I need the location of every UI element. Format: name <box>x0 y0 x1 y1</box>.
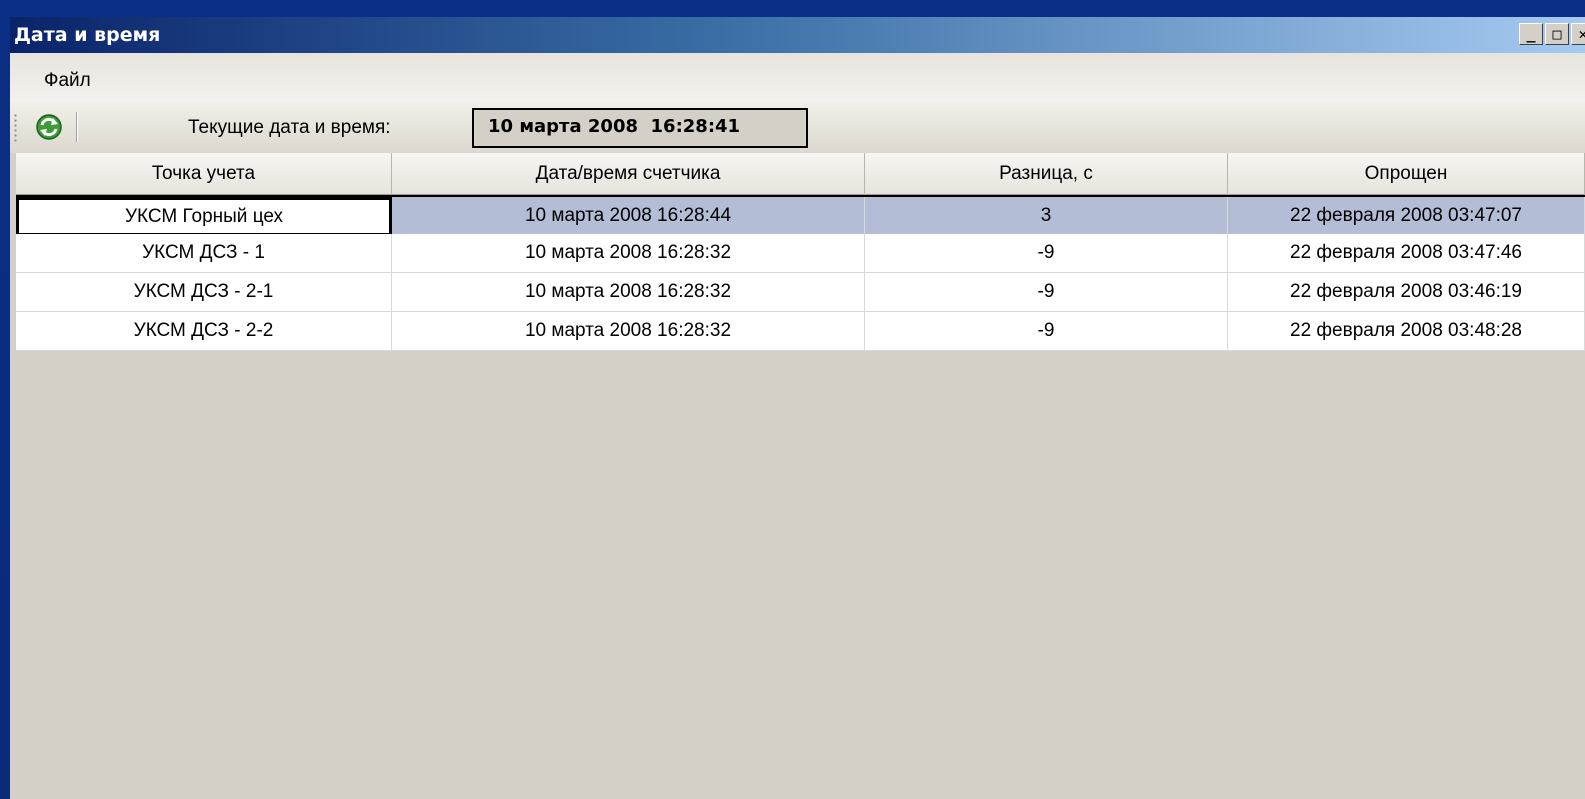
datetime-window: Дата и время _ □ ✕ Файл Текущие дата и в… <box>10 17 1585 799</box>
column-header-difference[interactable]: Разница, с <box>865 153 1228 195</box>
toolbar-grip[interactable] <box>14 113 17 143</box>
table-cell-meter-time[interactable]: 10 марта 2008 16:28:32 <box>392 234 865 273</box>
table-cell-polled[interactable]: 22 февраля 2008 03:47:46 <box>1228 234 1585 273</box>
table-cell-point[interactable]: УКСМ ДСЗ - 2-2 <box>16 312 392 351</box>
table-cell-difference[interactable]: 3 <box>865 197 1228 236</box>
window-title: Дата и время <box>14 24 161 46</box>
maximize-button[interactable]: □ <box>1545 23 1569 45</box>
refresh-button[interactable] <box>32 111 66 143</box>
close-button[interactable]: ✕ <box>1571 23 1585 45</box>
table-cell-difference[interactable]: -9 <box>865 312 1228 351</box>
table-cell-polled[interactable]: 22 февраля 2008 03:48:28 <box>1228 312 1585 351</box>
table-cell-meter-time[interactable]: 10 марта 2008 16:28:44 <box>392 197 865 236</box>
table-cell-polled[interactable]: 22 февраля 2008 03:47:07 <box>1228 197 1585 236</box>
table-row[interactable]: УКСМ ДСЗ - 2-1 10 марта 2008 16:28:32 -9… <box>16 273 1585 312</box>
table-row[interactable]: УКСМ ДСЗ - 2-2 10 марта 2008 16:28:32 -9… <box>16 312 1585 351</box>
table-row[interactable]: УКСМ Горный цех 10 марта 2008 16:28:44 3… <box>16 195 1585 236</box>
table-cell-meter-time[interactable]: 10 марта 2008 16:28:32 <box>392 312 865 351</box>
current-datetime-label: Текущие дата и время: <box>188 117 391 138</box>
column-header-point[interactable]: Точка учета <box>16 153 392 195</box>
refresh-icon <box>36 114 62 140</box>
table-cell-meter-time[interactable]: 10 марта 2008 16:28:32 <box>392 273 865 312</box>
table-cell-difference[interactable]: -9 <box>865 273 1228 312</box>
column-header-polled[interactable]: Опрощен <box>1228 153 1585 195</box>
toolbar-separator <box>76 112 78 142</box>
table-cell-difference[interactable]: -9 <box>865 234 1228 273</box>
table-cell-point[interactable]: УКСМ ДСЗ - 1 <box>16 234 392 273</box>
current-datetime-value: 10 марта 2008 16:28:41 <box>472 108 808 148</box>
title-bar[interactable]: Дата и время _ □ ✕ <box>10 17 1585 53</box>
window-controls: _ □ ✕ <box>1519 23 1585 45</box>
menu-file[interactable]: Файл <box>44 70 91 92</box>
meters-table: Точка учета Дата/время счетчика Разница,… <box>16 153 1585 799</box>
table-cell-point[interactable]: УКСМ Горный цех <box>16 197 392 236</box>
minimize-button[interactable]: _ <box>1519 23 1543 45</box>
table-row[interactable]: УКСМ ДСЗ - 1 10 марта 2008 16:28:32 -9 2… <box>16 234 1585 273</box>
table-cell-point[interactable]: УКСМ ДСЗ - 2-1 <box>16 273 392 312</box>
column-header-meter-time[interactable]: Дата/время счетчика <box>392 153 865 195</box>
table-header: Точка учета Дата/время счетчика Разница,… <box>16 153 1585 195</box>
menu-bar: Файл <box>10 53 1585 103</box>
toolbar: Текущие дата и время: 10 марта 2008 16:2… <box>10 103 1585 153</box>
table-cell-polled[interactable]: 22 февраля 2008 03:46:19 <box>1228 273 1585 312</box>
